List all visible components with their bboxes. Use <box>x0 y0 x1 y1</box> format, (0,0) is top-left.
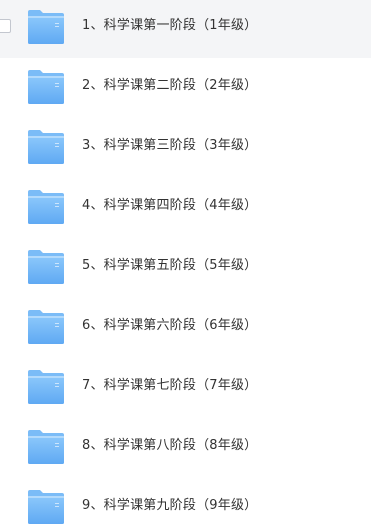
file-row[interactable]: 3、科学课第三阶段（3年级） <box>0 118 371 178</box>
file-name[interactable]: 7、科学课第七阶段（7年级） <box>82 376 257 396</box>
folder-icon[interactable] <box>27 429 65 465</box>
folder-icon[interactable] <box>27 369 65 405</box>
file-row[interactable]: 1、科学课第一阶段（1年级） <box>0 0 371 58</box>
file-row[interactable]: 8、科学课第八阶段（8年级） <box>0 418 371 478</box>
file-name[interactable]: 4、科学课第四阶段（4年级） <box>82 196 257 216</box>
file-row[interactable]: 7、科学课第七阶段（7年级） <box>0 358 371 418</box>
file-row[interactable]: 9、科学课第九阶段（9年级） <box>0 478 371 532</box>
file-row[interactable]: 4、科学课第四阶段（4年级） <box>0 178 371 238</box>
row-checkbox[interactable] <box>0 19 11 33</box>
folder-icon[interactable] <box>27 489 65 525</box>
file-name[interactable]: 2、科学课第二阶段（2年级） <box>82 76 257 96</box>
folder-icon[interactable] <box>27 189 65 225</box>
file-name[interactable]: 8、科学课第八阶段（8年级） <box>82 436 257 456</box>
folder-icon[interactable] <box>27 69 65 105</box>
file-name[interactable]: 1、科学课第一阶段（1年级） <box>82 16 257 36</box>
folder-icon[interactable] <box>27 309 65 345</box>
file-row[interactable]: 6、科学课第六阶段（6年级） <box>0 298 371 358</box>
folder-icon[interactable] <box>27 249 65 285</box>
file-name[interactable]: 3、科学课第三阶段（3年级） <box>82 136 257 156</box>
file-name[interactable]: 5、科学课第五阶段（5年级） <box>82 256 257 276</box>
file-row[interactable]: 5、科学课第五阶段（5年级） <box>0 238 371 298</box>
folder-icon[interactable] <box>27 129 65 165</box>
folder-icon[interactable] <box>27 9 65 45</box>
file-list: 1、科学课第一阶段（1年级） 2、科学课第二阶段（2年级） 3、科学课第三阶段（… <box>0 0 371 532</box>
file-name[interactable]: 6、科学课第六阶段（6年级） <box>82 316 257 336</box>
file-name[interactable]: 9、科学课第九阶段（9年级） <box>82 496 257 516</box>
file-row[interactable]: 2、科学课第二阶段（2年级） <box>0 58 371 118</box>
